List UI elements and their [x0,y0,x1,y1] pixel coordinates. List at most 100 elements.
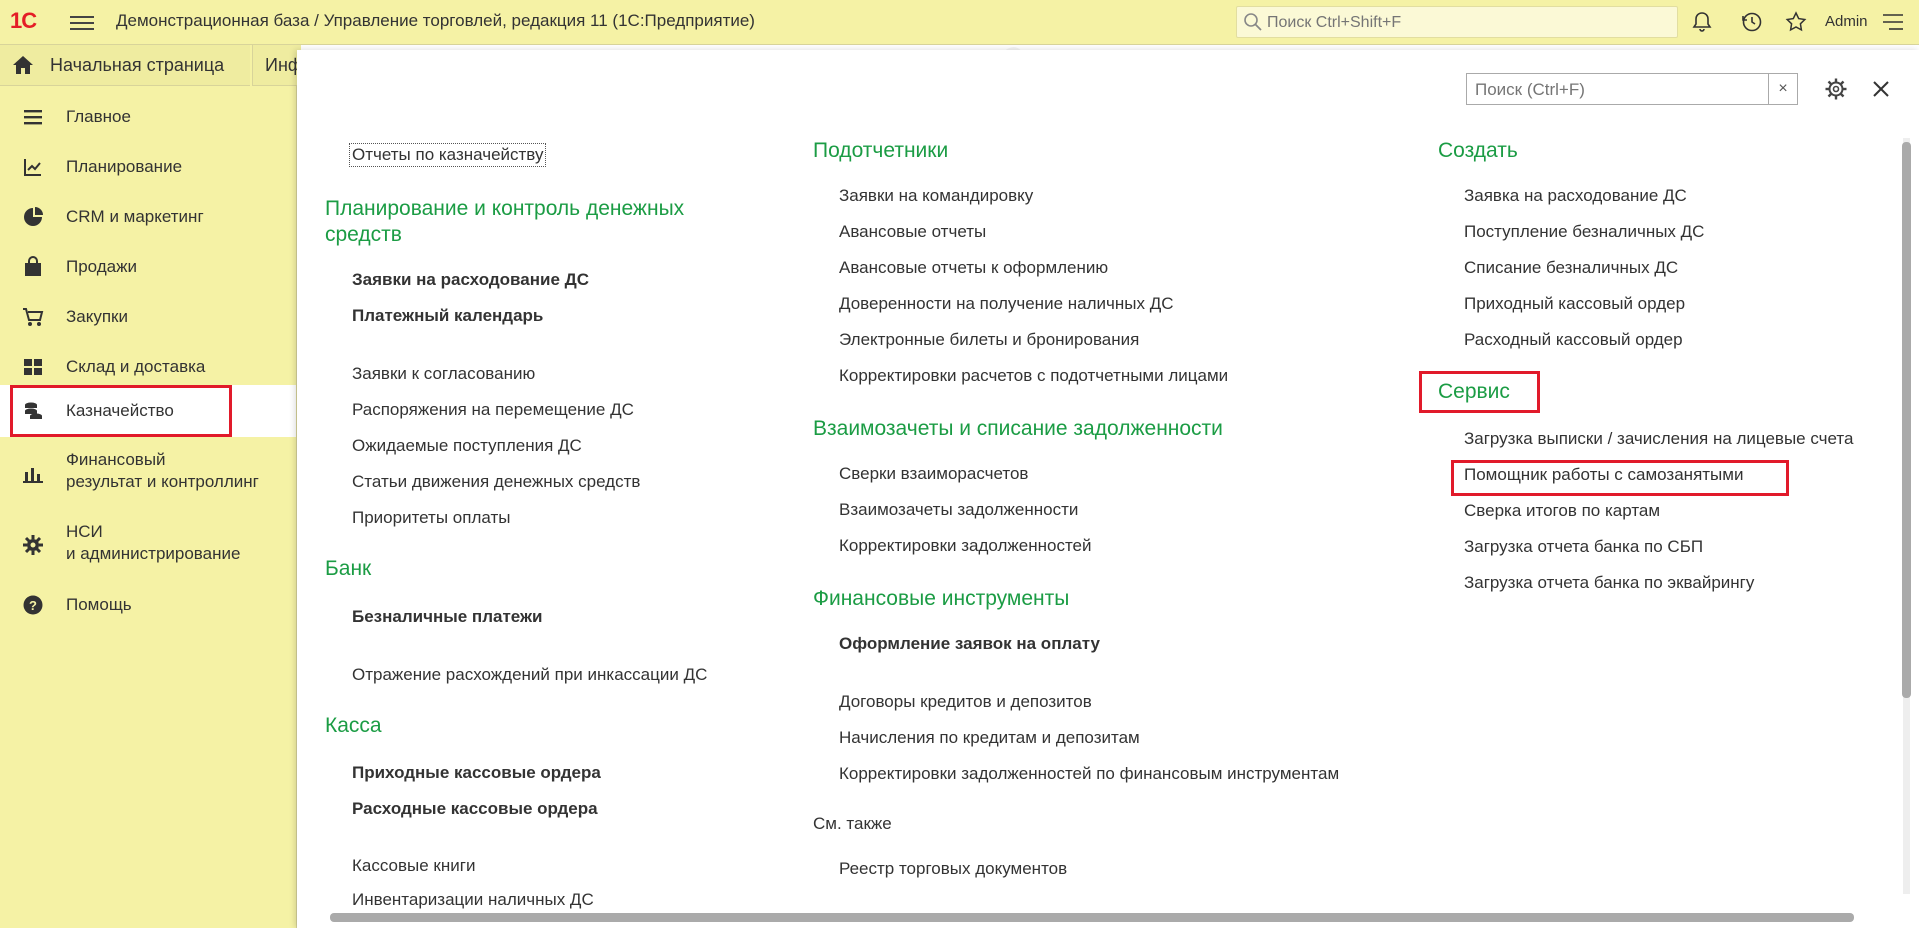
sidebar-item-label: НСИ и администрирование [66,522,241,563]
tab-home-label: Начальная страница [50,55,225,75]
sidebar-item-purchases[interactable]: Закупки [0,297,296,337]
group-title-cash-planning: Планирование и контроль денежных средств [325,197,685,246]
link-loan-contracts[interactable]: Договоры кредитов и депозитов [839,692,1092,712]
link-debt-offsets[interactable]: Взаимозачеты задолженности [839,500,1078,520]
link-outgoing-cash-orders[interactable]: Расходные кассовые ордера [352,799,598,819]
settings-menu-icon[interactable] [1880,10,1906,34]
coins-icon [25,402,42,419]
link-cash-powers-of-attorney[interactable]: Доверенности на получение наличных ДС [839,294,1173,314]
link-acquiring-bank-report[interactable]: Загрузка отчета банка по эквайрингу [1464,573,1754,593]
scroll-thumb[interactable] [330,913,1854,922]
planning-icon [24,159,41,176]
sidebar-item-label: Помощь [66,595,132,614]
horizontal-scrollbar[interactable] [306,910,1906,924]
sidebar-item-warehouse[interactable]: Склад и доставка [0,347,296,387]
burger-line [70,28,94,30]
sidebar-item-planning[interactable]: Планирование [0,147,296,187]
link-create-cash-request[interactable]: Заявка на расходование ДС [1464,186,1687,206]
burger-line [70,16,94,18]
sidebar: Начальная страница Инф Главное Планирова… [0,45,301,928]
global-search[interactable] [1236,6,1678,38]
gear-icon[interactable] [1824,77,1848,101]
sidebar-item-label: Склад и доставка [66,357,206,376]
main-menu-button[interactable] [70,12,94,32]
bar-chart-icon [23,468,43,483]
sidebar-item-main[interactable]: Главное [0,97,296,137]
close-icon[interactable] [1870,78,1892,100]
see-also-label: См. также [813,814,892,833]
link-treasury-reports[interactable]: Отчеты по казначейству [348,143,547,167]
sidebar-item-label: Планирование [66,157,183,176]
link-reconciliations[interactable]: Сверки взаиморасчетов [839,464,1028,484]
group-title-accountable-persons: Подотчетники [813,139,949,162]
link-create-outgoing-cash-order[interactable]: Расходный кассовый ордер [1464,330,1683,350]
sidebar-item-help[interactable]: ? Помощь [0,585,296,625]
pie-chart-icon [24,207,43,226]
app-title: Демонстрационная база / Управление торго… [116,11,755,30]
link-cash-inventory[interactable]: Инвентаризации наличных ДС [352,890,594,910]
link-debt-adjustments[interactable]: Корректировки задолженностей [839,536,1092,556]
clear-search-button[interactable]: × [1768,74,1797,104]
link-card-totals-reconciliation[interactable]: Сверка итогов по картам [1464,501,1660,521]
group-title-offsets: Взаимозачеты и списание задолженности [813,417,1223,440]
link-loan-accruals[interactable]: Начисления по кредитам и депозитам [839,728,1140,748]
bell-icon[interactable] [1690,10,1714,34]
history-icon[interactable] [1740,10,1764,34]
link-collection-discrepancies[interactable]: Отражение расхождений при инкассации ДС [352,665,707,685]
global-search-input[interactable] [1265,11,1669,35]
link-create-noncash-receipt[interactable]: Поступление безналичных ДС [1464,222,1704,242]
sidebar-item-finance[interactable]: Финансовый результат и контроллинг [0,445,296,501]
top-bar: 1С Демонстрационная база / Управление то… [0,0,1919,45]
cart-icon [23,308,44,326]
vertical-scrollbar[interactable] [1900,124,1912,908]
star-icon[interactable] [1784,10,1808,34]
tab-home[interactable]: Начальная страница [0,45,250,86]
search-icon [1244,13,1262,31]
link-expected-receipts[interactable]: Ожидаемые поступления ДС [352,436,582,456]
link-travel-requests[interactable]: Заявки на командировку [839,186,1033,206]
link-e-tickets[interactable]: Электронные билеты и бронирования [839,330,1139,350]
group-title-financial-instruments: Финансовые инструменты [813,587,1070,610]
warehouse-icon [24,359,42,375]
scroll-thumb[interactable] [1902,142,1911,698]
link-trade-docs-register[interactable]: Реестр торговых документов [839,859,1067,879]
user-name[interactable]: Admin [1825,13,1868,30]
link-transfer-orders[interactable]: Распоряжения на перемещение ДС [352,400,634,420]
link-create-incoming-cash-order[interactable]: Приходный кассовый ордер [1464,294,1685,314]
sidebar-item-nsi[interactable]: НСИ и администрирование [0,517,296,573]
link-incoming-cash-orders[interactable]: Приходные кассовые ордера [352,763,601,783]
link-cash-requests[interactable]: Заявки на расходование ДС [352,270,589,290]
group-title-bank: Банк [325,557,372,580]
sidebar-item-label: Продажи [66,257,137,276]
link-advance-reports-pending[interactable]: Авансовые отчеты к оформлению [839,258,1108,278]
link-cash-books[interactable]: Кассовые книги [352,856,475,876]
link-payment-priorities[interactable]: Приоритеты оплаты [352,508,510,528]
link-payment-calendar[interactable]: Платежный календарь [352,306,543,326]
link-approval-requests[interactable]: Заявки к согласованию [352,364,535,384]
link-accountable-adjustments[interactable]: Корректировки расчетов с подотчетными ли… [839,366,1228,386]
svg-text:?: ? [29,598,37,613]
panel-search[interactable]: × [1466,73,1798,105]
home-icon [13,56,33,74]
gear-icon [23,535,43,555]
link-load-statement[interactable]: Загрузка выписки / зачисления на лицевые… [1464,429,1853,449]
panel-search-input[interactable] [1473,78,1767,102]
link-instrument-adjustments[interactable]: Корректировки задолженностей по финансов… [839,764,1339,784]
link-create-noncash-writeoff[interactable]: Списание безналичных ДС [1464,258,1678,278]
tab-info-label: Инф [265,55,301,75]
tab-info[interactable]: Инф [252,45,301,86]
sidebar-item-crm[interactable]: CRM и маркетинг [0,197,296,237]
group-title-create: Создать [1438,139,1518,162]
help-icon: ? [23,595,43,615]
link-sbp-bank-report[interactable]: Загрузка отчета банка по СБП [1464,537,1703,557]
link-self-employed-assistant[interactable]: Помощник работы с самозанятыми [1464,465,1743,485]
app-logo: 1С [10,8,37,33]
shopping-bag-icon [25,256,41,276]
link-payment-request-processing[interactable]: Оформление заявок на оплату [839,634,1100,654]
link-noncash-payments[interactable]: Безналичные платежи [352,607,543,627]
sidebar-item-sales[interactable]: Продажи [0,247,296,287]
sidebar-item-treasury[interactable]: Казначейство [0,385,296,437]
menu-icon [24,110,42,125]
link-advance-reports[interactable]: Авансовые отчеты [839,222,986,242]
link-cashflow-items[interactable]: Статьи движения денежных средств [352,472,640,492]
